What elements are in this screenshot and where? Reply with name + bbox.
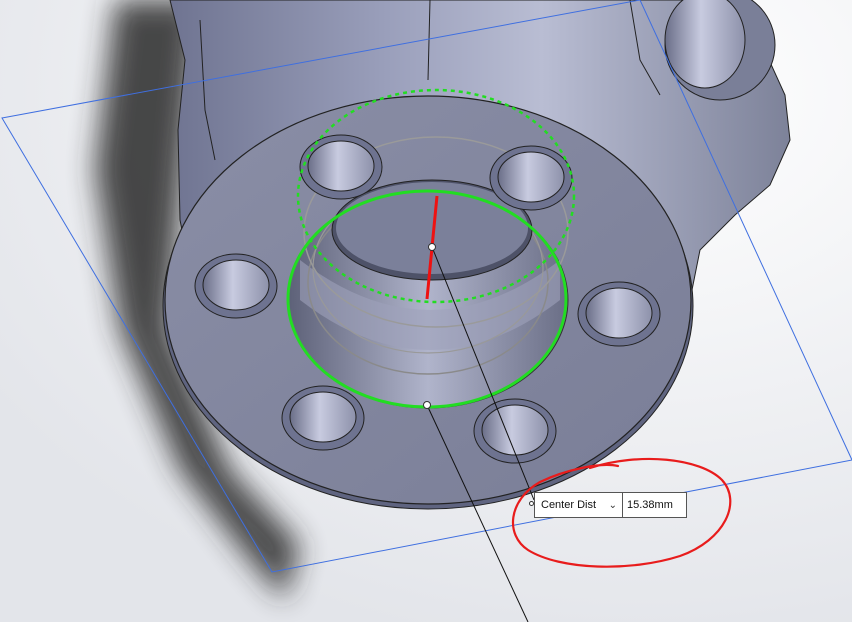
bolt-hole bbox=[281, 385, 365, 451]
cad-viewport[interactable]: Center Dist ⌄ 15.38mm bbox=[0, 0, 852, 622]
distance-mode-dropdown[interactable]: Center Dist ⌄ bbox=[535, 493, 623, 517]
distance-mode-label: Center Dist bbox=[541, 499, 597, 511]
measure-point[interactable] bbox=[423, 401, 431, 409]
bolt-hole bbox=[577, 281, 661, 347]
bolt-hole bbox=[299, 134, 383, 200]
model-view[interactable] bbox=[0, 0, 852, 622]
bolt-hole bbox=[489, 145, 573, 211]
arm-hole-inner bbox=[664, 0, 746, 89]
measure-callout: Center Dist ⌄ 15.38mm bbox=[534, 492, 687, 518]
measure-point[interactable] bbox=[428, 243, 436, 251]
bolt-hole bbox=[194, 253, 278, 319]
distance-value: 15.38mm bbox=[627, 499, 673, 511]
chevron-down-icon: ⌄ bbox=[608, 499, 617, 511]
